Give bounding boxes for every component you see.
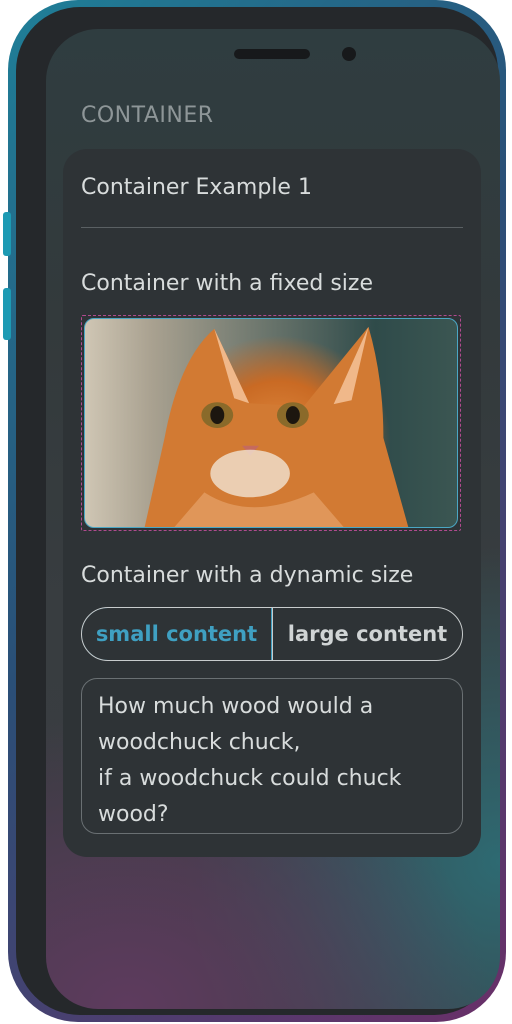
text-line: wood? bbox=[98, 802, 169, 827]
volume-up-button bbox=[3, 212, 11, 256]
divider bbox=[81, 227, 463, 228]
dynamic-size-label: Container with a dynamic size bbox=[81, 563, 414, 588]
section-title: CONTAINER bbox=[81, 103, 214, 128]
card-title: Container Example 1 bbox=[81, 175, 312, 200]
speaker-grille bbox=[234, 49, 310, 59]
text-line: if a woodchuck could chuck bbox=[98, 766, 402, 791]
small-content-option[interactable]: small content bbox=[82, 608, 272, 660]
fixed-size-label: Container with a fixed size bbox=[81, 271, 373, 296]
phone-screen: CONTAINER Container Example 1 Container … bbox=[46, 29, 500, 1009]
large-content-option[interactable]: large content bbox=[272, 608, 462, 660]
cat-image bbox=[84, 318, 458, 528]
phone-bezel: CONTAINER Container Example 1 Container … bbox=[16, 7, 500, 1015]
text-line: How much wood would a bbox=[98, 694, 374, 719]
dynamic-size-container: How much wood would a woodchuck chuck, i… bbox=[81, 678, 463, 834]
content-size-toggle: small content large content bbox=[81, 607, 463, 661]
volume-down-button bbox=[3, 288, 11, 340]
text-line: woodchuck chuck, bbox=[98, 730, 301, 755]
fixed-size-container bbox=[81, 315, 461, 531]
cat-illustration bbox=[144, 326, 409, 527]
container-card: Container Example 1 Container with a fix… bbox=[63, 149, 481, 857]
front-camera bbox=[342, 47, 356, 61]
